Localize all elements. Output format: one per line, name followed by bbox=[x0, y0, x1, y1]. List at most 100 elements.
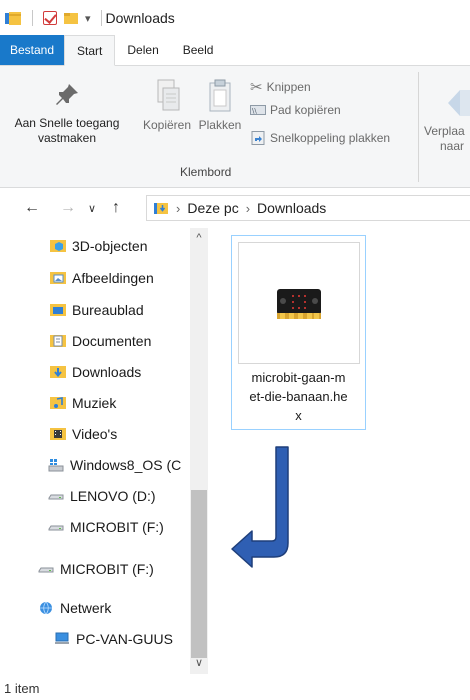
nav-item-label: MICROBIT (F:) bbox=[70, 519, 164, 535]
ribbon-tabs: Bestand Start Delen Beeld bbox=[0, 35, 470, 66]
copy-path-button[interactable]: \\ Pad kopiëren bbox=[250, 103, 341, 117]
file-name-line-3: x bbox=[295, 408, 302, 423]
breadcrumb-separator-icon[interactable]: › bbox=[246, 201, 250, 216]
network-icon bbox=[40, 601, 52, 615]
nav-item-microbit-drive-root[interactable]: MICROBIT (F:) bbox=[38, 557, 154, 581]
move-to-button[interactable]: Verplaa naar bbox=[424, 88, 470, 154]
nav-item-windows-drive[interactable]: Windows8_OS (C bbox=[48, 453, 188, 477]
breadcrumb-separator-icon[interactable]: › bbox=[176, 201, 180, 216]
nav-item-label: MICROBIT (F:) bbox=[60, 561, 154, 577]
nav-item-label: 3D-objecten bbox=[72, 238, 148, 254]
copy-icon bbox=[157, 79, 180, 111]
nav-item-label: Documenten bbox=[72, 333, 152, 349]
navigation-bar: ← → ∨ ↑ › Deze pc › Downloads bbox=[0, 189, 470, 227]
pin-label-line-2: vastmaken bbox=[37, 131, 97, 145]
drag-direction-arrow-icon bbox=[231, 446, 289, 568]
address-bar[interactable]: › Deze pc › Downloads bbox=[146, 195, 470, 221]
nav-item-network[interactable]: Netwerk bbox=[38, 596, 111, 620]
navigation-pane: 3D-objecten Afbeeldingen Bureaublad Docu… bbox=[0, 228, 212, 676]
copy-button[interactable]: Kopiëren bbox=[132, 78, 202, 133]
title-bar: ▾ Downloads bbox=[0, 0, 470, 36]
nav-item-label: Afbeeldingen bbox=[72, 270, 154, 286]
downloads-folder-icon bbox=[154, 203, 168, 214]
documents-folder-icon bbox=[50, 335, 66, 347]
recent-locations-chevron-icon[interactable]: ∨ bbox=[80, 202, 104, 215]
ribbon-panel: Aan Snelle toegang vastmaken Kopiëren Pl… bbox=[0, 66, 470, 188]
breadcrumb-this-pc[interactable]: Deze pc bbox=[187, 200, 238, 216]
drive-icon bbox=[48, 525, 64, 531]
svg-text:\\: \\ bbox=[252, 107, 257, 115]
scroll-down-chevron-icon[interactable]: ∨ bbox=[190, 656, 208, 674]
paste-button[interactable]: Plakken bbox=[196, 78, 244, 133]
nav-item-desktop[interactable]: Bureaublad bbox=[50, 298, 144, 322]
scroll-up-chevron-icon[interactable]: ^ bbox=[190, 232, 208, 250]
new-folder-icon[interactable] bbox=[63, 10, 79, 26]
paste-label: Plakken bbox=[198, 118, 242, 132]
file-name-label: microbit-gaan-m et-die-banaan.he x bbox=[232, 368, 365, 425]
tab-bestand[interactable]: Bestand bbox=[0, 35, 65, 65]
drive-icon bbox=[48, 494, 64, 500]
pin-to-quick-access-button[interactable]: Aan Snelle toegang vastmaken bbox=[2, 80, 132, 146]
nav-item-label: PC-VAN-GUUS bbox=[76, 631, 173, 647]
copy-path-icon: \\ bbox=[250, 105, 266, 115]
3d-objects-folder-icon bbox=[50, 240, 66, 252]
downloads-folder-icon bbox=[50, 366, 66, 378]
paste-icon bbox=[209, 79, 231, 112]
music-folder-icon bbox=[50, 397, 66, 409]
nav-item-music[interactable]: Muziek bbox=[50, 391, 116, 415]
nav-item-3d-objects[interactable]: 3D-objecten bbox=[50, 234, 148, 258]
copy-path-label: Pad kopiëren bbox=[270, 103, 341, 117]
properties-check-icon[interactable] bbox=[43, 11, 57, 25]
file-name-line-1: microbit-gaan-m bbox=[251, 370, 346, 385]
videos-folder-icon bbox=[50, 428, 66, 440]
nav-item-downloads[interactable]: Downloads bbox=[50, 360, 141, 384]
tab-beeld[interactable]: Beeld bbox=[171, 35, 226, 65]
drive-icon bbox=[38, 567, 54, 573]
breadcrumb-downloads[interactable]: Downloads bbox=[257, 200, 326, 216]
nav-item-lenovo-drive[interactable]: LENOVO (D:) bbox=[48, 484, 156, 508]
nav-item-label: Downloads bbox=[72, 364, 142, 380]
nav-item-label: Bureaublad bbox=[72, 302, 144, 318]
tab-start[interactable]: Start bbox=[64, 35, 116, 66]
pictures-folder-icon bbox=[50, 272, 66, 284]
cut-button[interactable]: ✂ Knippen bbox=[250, 78, 311, 96]
back-arrow-icon[interactable]: ← bbox=[20, 199, 44, 217]
scissors-icon: ✂ bbox=[250, 79, 263, 96]
nav-item-label: LENOVO (D:) bbox=[70, 488, 156, 504]
nav-item-pc-van-guus[interactable]: PC-VAN-GUUS bbox=[54, 627, 173, 651]
navigation-pane-scrollbar[interactable]: ^ ∨ bbox=[190, 228, 208, 674]
file-item-microbit-hex[interactable]: microbit-gaan-m et-die-banaan.he x bbox=[231, 235, 366, 430]
nav-item-pictures[interactable]: Afbeeldingen bbox=[50, 266, 154, 290]
status-bar: 1 item bbox=[0, 676, 470, 700]
up-arrow-icon[interactable]: ↑ bbox=[104, 199, 128, 217]
windows-drive-icon bbox=[48, 459, 64, 472]
microbit-board-icon bbox=[277, 289, 321, 319]
forward-arrow-icon[interactable]: → bbox=[56, 199, 80, 217]
customize-toolbar-chevron-icon[interactable]: ▾ bbox=[85, 12, 91, 25]
pin-label-line-1: Aan Snelle toegang bbox=[14, 116, 120, 130]
ribbon-group-separator bbox=[418, 72, 419, 182]
tab-delen[interactable]: Delen bbox=[115, 35, 170, 65]
paste-shortcut-button[interactable]: Snelkoppeling plakken bbox=[250, 130, 390, 146]
scrollbar-thumb[interactable] bbox=[191, 490, 207, 658]
quick-access-toolbar: ▾ bbox=[4, 10, 106, 26]
nav-item-documents[interactable]: Documenten bbox=[50, 329, 151, 353]
move-to-label-line-2: naar bbox=[440, 139, 465, 153]
item-count: 1 item bbox=[4, 680, 40, 696]
cut-label: Knippen bbox=[266, 80, 311, 94]
file-thumbnail bbox=[238, 242, 360, 364]
copy-label: Kopiëren bbox=[142, 118, 192, 132]
nav-item-microbit-drive[interactable]: MICROBIT (F:) bbox=[48, 515, 164, 539]
move-to-icon bbox=[448, 90, 470, 116]
move-to-label-line-1: Verplaa bbox=[424, 124, 465, 138]
paste-shortcut-label: Snelkoppeling plakken bbox=[270, 131, 391, 145]
window-title: Downloads bbox=[105, 10, 175, 26]
nav-item-videos[interactable]: Video's bbox=[50, 422, 117, 446]
clipboard-group-label: Klembord bbox=[180, 165, 232, 179]
paste-shortcut-icon bbox=[251, 131, 265, 145]
file-name-line-2: et-die-banaan.he bbox=[249, 389, 348, 404]
folder-icon[interactable] bbox=[4, 10, 22, 26]
nav-item-label: Windows8_OS (C bbox=[70, 457, 182, 473]
pin-icon bbox=[56, 84, 78, 105]
toolbar-separator bbox=[32, 10, 33, 26]
